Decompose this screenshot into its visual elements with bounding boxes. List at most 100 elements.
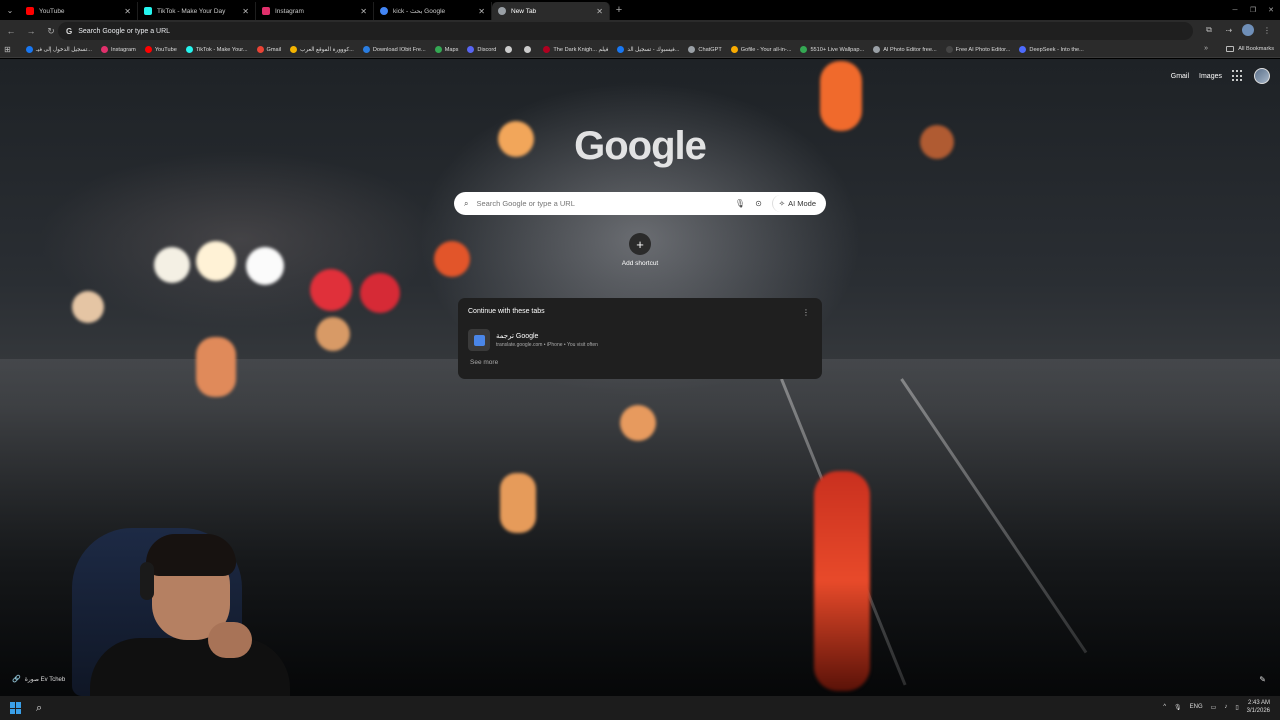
maximize-icon[interactable]: ❐ xyxy=(1244,0,1262,20)
new-tab-plus-icon[interactable]: + xyxy=(610,1,628,19)
network-icon[interactable]: ▭ xyxy=(1211,704,1217,711)
tab-search-icon[interactable]: ⌄ xyxy=(0,0,20,20)
card-menu-kebab-icon[interactable]: ⋮ xyxy=(802,308,810,317)
bokeh-light xyxy=(620,405,656,441)
ai-mode-sparkle-icon: ✧ xyxy=(778,199,786,208)
all-bookmarks-label: All Bookmarks xyxy=(1238,46,1274,52)
photo-credit[interactable]: 🔗 صورة Ev Tcheb xyxy=(12,675,65,683)
webcam-overlay xyxy=(60,528,290,698)
cast-icon[interactable]: ⇢ xyxy=(1222,23,1236,37)
bookmark-item[interactable]: 5510+ Live Wallpap... xyxy=(800,46,864,53)
all-bookmarks-button[interactable]: All Bookmarks xyxy=(1226,46,1274,52)
bookmark-favicon-icon xyxy=(467,46,475,53)
bookmark-favicon-icon xyxy=(800,46,808,53)
tab-close-icon[interactable]: ✕ xyxy=(596,7,603,16)
bookmarks-overflow-icon[interactable]: » xyxy=(1204,45,1208,52)
volume-icon[interactable]: ♪ xyxy=(1224,704,1227,710)
bokeh-light xyxy=(316,317,350,351)
bookmark-item[interactable]: Discord xyxy=(467,46,496,53)
omnibox[interactable]: G Search Google or type a URL xyxy=(58,22,1193,40)
close-window-icon[interactable]: ✕ xyxy=(1262,0,1280,20)
apps-grid-icon[interactable]: ⊞ xyxy=(4,45,18,54)
add-shortcut-button[interactable]: + Add shortcut xyxy=(612,233,668,267)
bookmark-item[interactable]: Maps xyxy=(434,46,458,53)
bookmark-item[interactable]: فيسبوك - تسجيل الد... xyxy=(617,46,679,53)
menu-kebab-icon[interactable]: ⋮ xyxy=(1260,23,1274,37)
microphone-tray-icon[interactable]: 🎙 xyxy=(1174,704,1182,711)
bokeh-light xyxy=(820,61,862,131)
tab-close-icon[interactable]: ✕ xyxy=(124,7,131,16)
bookmark-item[interactable]: Free AI Photo Editor... xyxy=(945,46,1010,53)
tray-chevron-icon[interactable]: ^ xyxy=(1163,704,1166,710)
back-arrow-icon[interactable]: ← xyxy=(2,22,20,40)
headset-icon xyxy=(140,562,154,600)
tab-youtube[interactable]: YouTube ✕ xyxy=(20,2,138,20)
link-icon: 🔗 xyxy=(12,676,21,683)
google-g-icon: G xyxy=(66,26,73,36)
youtube-favicon-icon xyxy=(26,7,34,15)
tab-close-icon[interactable]: ✕ xyxy=(478,7,485,16)
bokeh-light xyxy=(310,269,352,311)
bokeh-light xyxy=(196,337,236,397)
bookmark-favicon-icon xyxy=(185,46,193,53)
minimize-icon[interactable]: ─ xyxy=(1226,0,1244,20)
ai-mode-button[interactable]: ✧ AI Mode xyxy=(771,195,822,212)
bookmark-label: فيسبوك - تسجيل الد... xyxy=(627,46,680,53)
battery-icon[interactable]: ▯ xyxy=(1235,704,1238,711)
see-more-link[interactable]: See more xyxy=(468,359,812,366)
bookmark-item[interactable]: Download IObit Fre... xyxy=(362,46,426,53)
item-subtitle: translate.google.com • iPhone • You visi… xyxy=(496,342,598,348)
images-link[interactable]: Images xyxy=(1199,73,1222,80)
top-right-links: Gmail Images xyxy=(1171,68,1270,84)
tab-close-icon[interactable]: ✕ xyxy=(242,7,249,16)
extensions-icon[interactable]: ⧉ xyxy=(1202,23,1216,37)
microphone-icon[interactable]: 🎙 xyxy=(735,199,745,208)
bookmark-item[interactable]: DeepSeek - Into the... xyxy=(1019,46,1084,53)
bookmark-label: DeepSeek - Into the... xyxy=(1029,46,1084,53)
instagram-favicon-icon xyxy=(262,7,270,15)
google-apps-icon[interactable] xyxy=(1232,70,1244,82)
bookmark-item[interactable] xyxy=(524,46,534,53)
gmail-link[interactable]: Gmail xyxy=(1171,73,1189,80)
item-title: ترجمة Google xyxy=(496,333,539,340)
bookmark-item[interactable]: The Dark Knigh... فيلم xyxy=(543,46,608,53)
bookmark-item[interactable]: TikTok - Make Your... xyxy=(185,46,248,53)
language-indicator[interactable]: ENG xyxy=(1190,704,1203,710)
tab-tiktok[interactable]: TikTok - Make Your Day ✕ xyxy=(138,2,256,20)
tab-kick-search[interactable]: kick - بحث Google ✕ xyxy=(374,2,492,20)
google-lens-icon[interactable]: ⊙ xyxy=(755,199,762,208)
clock[interactable]: 2:43 AM 3/1/2026 xyxy=(1247,699,1270,715)
bokeh-light xyxy=(814,471,870,691)
bokeh-light xyxy=(434,241,470,277)
profile-avatar-icon[interactable] xyxy=(1242,24,1254,36)
bookmark-label: ChatGPT xyxy=(698,46,722,53)
clock-date: 3/1/2026 xyxy=(1246,708,1270,714)
continue-tab-item[interactable]: ترجمة Google translate.google.com • iPho… xyxy=(468,329,812,351)
bokeh-light xyxy=(500,473,536,533)
bookmark-item[interactable]: كووورة الموقع العرب... xyxy=(290,46,354,53)
customize-pencil-icon[interactable]: ✎ xyxy=(1259,675,1266,684)
bookmark-label: The Dark Knigh... فيلم xyxy=(553,46,609,53)
search-box[interactable]: ⌕ 🎙 ⊙ ✧AI Mode xyxy=(454,192,826,215)
system-tray: ^ 🎙 ENG ▭ ♪ ▯ 2:43 AM 3/1/2026 xyxy=(1163,699,1270,715)
ai-mode-label: AI Mode xyxy=(788,199,816,208)
bookmark-item[interactable]: Instagram xyxy=(100,46,136,53)
tab-label: New Tab xyxy=(511,7,537,15)
tab-instagram[interactable]: Instagram ✕ xyxy=(256,2,374,20)
search-icon: ⌕ xyxy=(464,198,469,208)
taskbar-search-icon[interactable]: ⌕ xyxy=(36,702,42,715)
tab-close-icon[interactable]: ✕ xyxy=(360,7,367,16)
omnibox-text: Search Google or type a URL xyxy=(78,27,171,35)
forward-arrow-icon[interactable]: → xyxy=(22,22,40,40)
bookmark-item[interactable]: ChatGPT xyxy=(688,46,722,53)
bookmark-item[interactable]: YouTube xyxy=(144,46,177,53)
bookmark-item[interactable]: Gmail xyxy=(256,46,281,53)
search-input[interactable] xyxy=(476,199,735,208)
windows-start-icon[interactable] xyxy=(10,702,22,714)
tab-new-tab[interactable]: New Tab ✕ xyxy=(492,2,610,20)
account-avatar[interactable] xyxy=(1254,68,1270,84)
bookmark-item[interactable]: Gofile - Your all-in-... xyxy=(730,46,791,53)
bookmark-item[interactable]: تسجيل الدخول إلى فيـ... xyxy=(26,46,92,53)
bookmark-item[interactable] xyxy=(505,46,515,53)
bookmark-item[interactable]: AI Photo Editor free... xyxy=(873,46,937,53)
